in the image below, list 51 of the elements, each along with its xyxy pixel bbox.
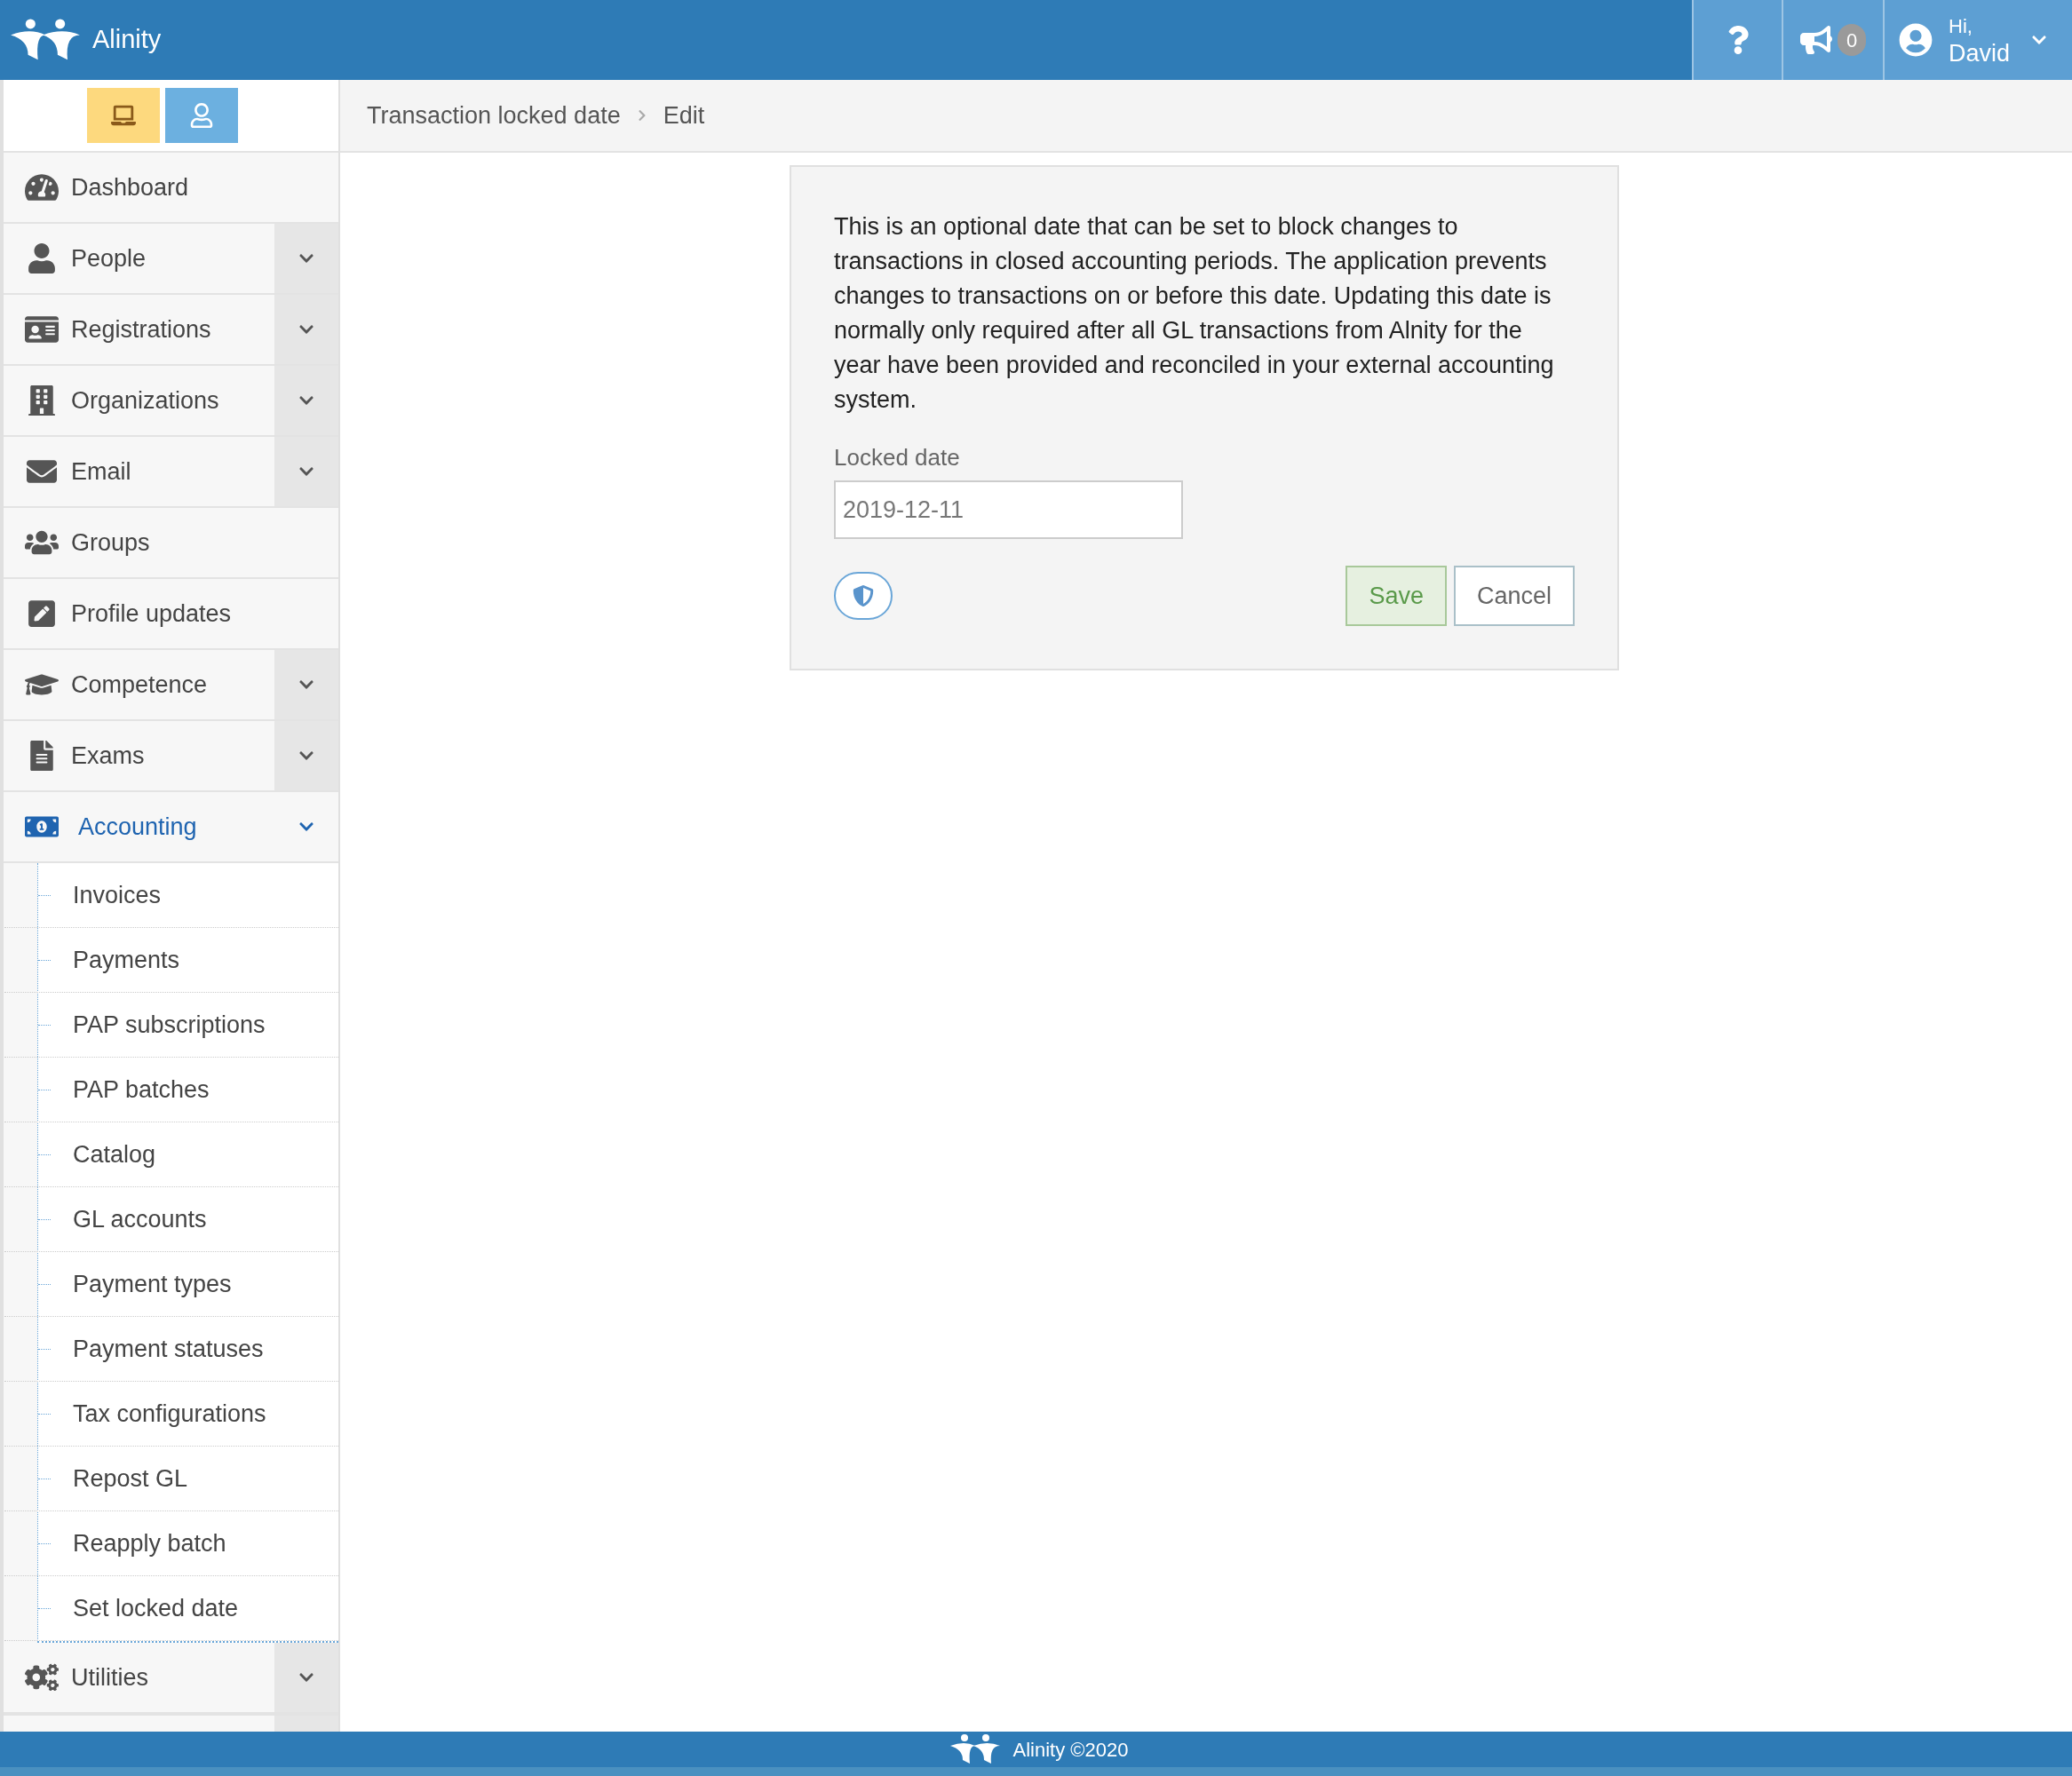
- mode-toggle-button[interactable]: [86, 88, 160, 143]
- footer-text: Alinity ©2020: [1012, 1737, 1129, 1763]
- breadcrumb-link[interactable]: Transaction locked date: [367, 97, 621, 134]
- sidebar-item[interactable]: Exams: [4, 721, 274, 790]
- submenu-link[interactable]: Repost GL: [73, 1460, 188, 1497]
- gears-icon: [25, 1662, 59, 1693]
- expand-toggle[interactable]: [274, 224, 338, 293]
- help-button[interactable]: [1692, 0, 1782, 80]
- expand-toggle[interactable]: [274, 721, 338, 790]
- submenu-link[interactable]: PAP subscriptions: [73, 1006, 266, 1043]
- user-icon: [188, 103, 214, 128]
- submenu-link[interactable]: Payment types: [73, 1265, 232, 1303]
- sidebar-item[interactable]: Dashboard: [4, 153, 338, 222]
- greeting-text: Hi,: [1949, 14, 1973, 39]
- megaphone-icon: [1800, 25, 1832, 55]
- notification-count: 0: [1838, 24, 1866, 56]
- user-name: David: [1949, 40, 2011, 67]
- submenu-link[interactable]: Reapply batch: [73, 1525, 226, 1562]
- description-text: This is an optional date that can be set to block changes to transactions in closed accounting periods. The application prevents changes to transactions on or before this date. Updating this date is normally only required after all GL transactions from Alnity for the year have been provided and reconciled in your external accounting system.: [834, 212, 1555, 415]
- expand-toggle[interactable]: [274, 650, 338, 719]
- sidebar-item[interactable]: People: [4, 224, 274, 293]
- sidebar-item[interactable]: Profile updates: [4, 579, 338, 648]
- laptop-icon: [110, 103, 136, 128]
- sidebar-item[interactable]: Email: [4, 437, 274, 506]
- brand-name: Alinity: [92, 24, 162, 56]
- submenu-link[interactable]: Set locked date: [73, 1590, 239, 1627]
- submenu-link[interactable]: Invoices: [73, 876, 162, 914]
- submenu-link[interactable]: GL accounts: [73, 1201, 207, 1238]
- breadcrumb-link[interactable]: Edit: [663, 97, 705, 134]
- shield-icon: [853, 584, 874, 607]
- id-card-icon: [25, 314, 59, 345]
- date-input[interactable]: 2019-12-11: [834, 480, 1183, 539]
- chevron-right-icon: [636, 109, 647, 122]
- expand-toggle[interactable]: [274, 437, 338, 506]
- submenu-link[interactable]: Tax configurations: [73, 1395, 266, 1432]
- submenu-link[interactable]: Catalog: [73, 1136, 156, 1173]
- submenu-link[interactable]: Payment statuses: [73, 1330, 264, 1368]
- expand-toggle[interactable]: [274, 1643, 338, 1712]
- submenu-link[interactable]: Payments: [73, 941, 180, 979]
- gauge-icon: [25, 172, 59, 202]
- sidebar-item[interactable]: Organizations: [4, 366, 274, 435]
- sidebar-item[interactable]: Registrations: [4, 295, 274, 364]
- sidebar-item[interactable]: Accounting: [4, 792, 274, 861]
- mode-toggle-button[interactable]: [164, 88, 238, 143]
- field-label: Locked date: [834, 443, 961, 472]
- sidebar-item[interactable]: Competence: [4, 650, 274, 719]
- cancel-button[interactable]: Cancel: [1453, 566, 1575, 626]
- sidebar-item[interactable]: Groups: [4, 508, 338, 577]
- shield-button[interactable]: [834, 572, 893, 620]
- sidebar-item[interactable]: Utilities: [4, 1643, 274, 1712]
- submenu-link[interactable]: PAP batches: [73, 1071, 210, 1108]
